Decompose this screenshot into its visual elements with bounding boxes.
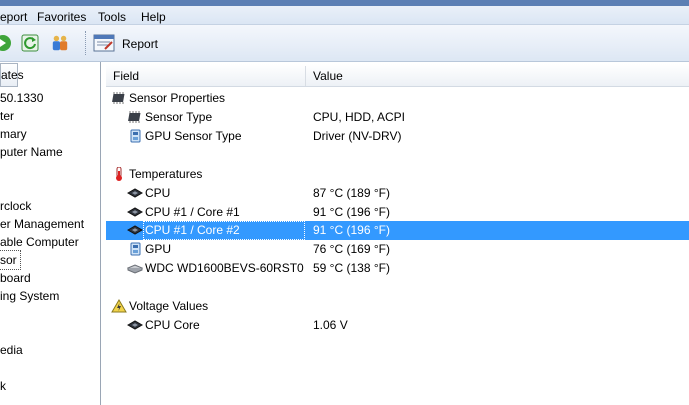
report-icon — [93, 34, 115, 52]
tree-item[interactable]: er Management — [0, 215, 84, 233]
tree-item[interactable]: edia — [0, 341, 23, 359]
tree-item[interactable]: rclock — [0, 197, 31, 215]
group-label: Sensor Properties — [129, 91, 226, 105]
row-value: 91 °C (196 °F) — [313, 223, 390, 237]
users-icon[interactable] — [51, 34, 69, 52]
row-value: 76 °C (169 °F) — [313, 242, 390, 256]
menu-help[interactable]: Help — [141, 10, 166, 24]
voltage-warning-icon — [111, 299, 127, 313]
list-row-gpu-sensor-type[interactable]: GPU Sensor Type Driver (NV-DRV) — [106, 127, 689, 146]
tree-item[interactable]: 50.1330 — [0, 89, 43, 107]
tree-item[interactable]: ter — [0, 107, 14, 125]
tree-item-selected[interactable]: sor — [0, 250, 21, 270]
toolbar: Report — [0, 25, 689, 62]
cpu-icon — [127, 207, 143, 217]
row-field: Sensor Type — [145, 110, 213, 124]
row-field: CPU #1 / Core #1 — [145, 205, 240, 219]
menu-favorites[interactable]: Favorites — [37, 10, 86, 24]
group-label: Voltage Values — [129, 299, 209, 313]
list-row-cpu[interactable]: CPU 87 °C (189 °F) — [106, 184, 689, 203]
group-label: Temperatures — [129, 167, 203, 181]
menu-report[interactable]: eport — [0, 10, 27, 24]
forward-arrow-icon[interactable] — [0, 34, 12, 52]
row-field: CPU Core — [145, 318, 200, 332]
gpu-driver-icon — [130, 129, 141, 143]
tree-item[interactable]: mary — [0, 125, 27, 143]
group-voltage-values[interactable]: Voltage Values — [106, 297, 689, 316]
report-label: Report — [122, 37, 159, 51]
list-header: Field Value — [106, 64, 689, 87]
menu-bar: eport Favorites Tools Help — [0, 0, 689, 25]
thermometer-icon — [116, 167, 122, 181]
tree-item[interactable]: ing System — [0, 287, 59, 305]
row-field: WDC WD1600BEVS-60RST0 — [145, 261, 304, 275]
sensor-list-panel: Field Value Sensor Properties Sensor Typ… — [106, 62, 689, 405]
row-field: GPU Sensor Type — [145, 129, 242, 143]
left-panel-header-label: ates — [1, 68, 24, 82]
tree-item[interactable]: board — [0, 269, 31, 287]
column-header-value[interactable]: Value — [313, 69, 343, 83]
row-field: CPU #1 / Core #2 — [145, 223, 240, 237]
list-row-cpu-core-1[interactable]: CPU #1 / Core #1 91 °C (196 °F) — [106, 203, 689, 222]
toolbar-separator — [85, 31, 88, 55]
refresh-icon[interactable] — [21, 34, 39, 52]
row-value: 1.06 V — [313, 318, 348, 332]
left-tree-panel: ates 50.1330 ter mary puter Name rclock … — [0, 62, 101, 405]
row-value: 87 °C (189 °F) — [313, 186, 390, 200]
tree-item[interactable]: k — [0, 377, 6, 395]
list-row-cpu-core-voltage[interactable]: CPU Core 1.06 V — [106, 316, 689, 335]
row-value: 59 °C (138 °F) — [313, 261, 390, 275]
chip-icon — [112, 92, 125, 104]
column-divider[interactable] — [305, 66, 306, 86]
tree-item[interactable]: able Computer — [0, 233, 79, 251]
cpu-icon — [127, 320, 143, 330]
window-title-strip — [0, 0, 689, 6]
row-field: GPU — [145, 242, 172, 256]
tree-item[interactable]: puter Name — [0, 143, 63, 161]
row-value: Driver (NV-DRV) — [313, 129, 402, 143]
left-panel-header[interactable]: ates — [0, 63, 24, 87]
list-row-cpu-core-2-selected[interactable]: CPU #1 / Core #2 91 °C (196 °F) — [106, 221, 689, 240]
cpu-icon — [127, 188, 143, 198]
list-row-hdd[interactable]: WDC WD1600BEVS-60RST0 59 °C (138 °F) — [106, 259, 689, 278]
list-row-sensor-type[interactable]: Sensor Type CPU, HDD, ACPI — [106, 108, 689, 127]
row-field: CPU — [145, 186, 171, 200]
list-row-gpu[interactable]: GPU 76 °C (169 °F) — [106, 240, 689, 259]
row-value: CPU, HDD, ACPI — [313, 110, 406, 124]
hdd-icon — [127, 264, 143, 274]
gpu-icon — [130, 242, 141, 256]
cpu-icon — [127, 225, 143, 235]
chip-icon — [128, 111, 141, 123]
group-temperatures[interactable]: Temperatures — [106, 165, 689, 184]
column-header-field[interactable]: Field — [113, 69, 139, 83]
row-value: 91 °C (196 °F) — [313, 205, 390, 219]
menu-tools[interactable]: Tools — [98, 10, 126, 24]
group-sensor-properties[interactable]: Sensor Properties — [106, 89, 689, 108]
